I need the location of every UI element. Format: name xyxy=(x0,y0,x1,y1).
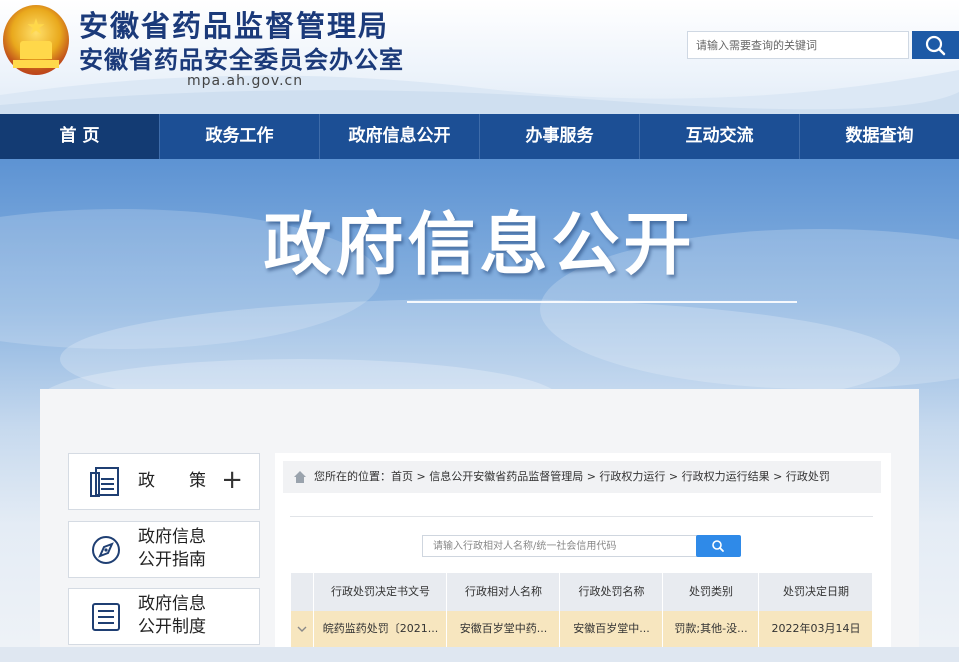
sidebar-item-label-line2: 公开制度 xyxy=(138,617,206,637)
sidebar-item-disclosure-system[interactable]: 政府信息 公开制度 xyxy=(68,588,260,645)
national-emblem-logo: ★ xyxy=(3,5,69,75)
chevron-down-icon xyxy=(297,626,307,632)
nav-item-data-query[interactable]: 数据查询 xyxy=(800,114,959,159)
sidebar-item-label-line2: 公开指南 xyxy=(138,550,206,570)
site-header: ★ 安徽省药品监督管理局 安徽省药品安全委员会办公室 mpa.ah.gov.cn xyxy=(0,0,959,114)
main-nav: 首 页 政务工作 政府信息公开 办事服务 互动交流 数据查询 xyxy=(0,114,959,159)
search-icon xyxy=(925,35,946,56)
column-header-date: 处罚决定日期 xyxy=(758,573,873,611)
sidebar-item-disclosure-guide[interactable]: 政府信息 公开指南 xyxy=(68,521,260,578)
site-title-primary: 安徽省药品监督管理局 xyxy=(79,9,390,43)
banner-underline xyxy=(407,301,797,303)
breadcrumb-text[interactable]: 您所在的位置：首页 > 信息公开安徽省药品监督管理局 > 行政权力运行 > 行政… xyxy=(314,461,830,493)
cell-date: 2022年03月14日 xyxy=(758,611,873,647)
row-expand-toggle[interactable] xyxy=(291,611,313,662)
document-icon xyxy=(90,467,119,497)
home-icon[interactable] xyxy=(293,470,307,484)
column-header-party: 行政相对人名称 xyxy=(446,573,560,611)
nav-item-home[interactable]: 首 页 xyxy=(0,114,160,159)
cell-party: 安徽百岁堂中药... xyxy=(446,611,560,647)
column-header-penalty-name: 行政处罚名称 xyxy=(559,573,663,611)
nav-item-information-disclosure[interactable]: 政府信息公开 xyxy=(320,114,480,159)
content-panel: 政 策 + 政府信息 公开指南 政府信息 公开制度 您所在的位置：首页 > 信息… xyxy=(40,389,919,647)
site-search-button[interactable] xyxy=(912,31,959,59)
sidebar-item-label-line1: 政府信息 xyxy=(138,594,206,614)
table-header: 行政处罚决定书文号 行政相对人名称 行政处罚名称 处罚类别 处罚决定日期 xyxy=(291,573,872,611)
sidebar-item-label: 政 策 xyxy=(138,471,206,491)
banner-title: 政府信息公开 xyxy=(263,206,696,285)
compass-icon xyxy=(92,536,120,564)
column-header-doc-no: 行政处罚决定书文号 xyxy=(313,573,447,611)
cell-category: 罚款;其他-没... xyxy=(662,611,759,647)
main-content: 您所在的位置：首页 > 信息公开安徽省药品监督管理局 > 行政权力运行 > 行政… xyxy=(275,453,891,647)
column-header-category: 处罚类别 xyxy=(662,573,759,611)
search-icon xyxy=(712,540,724,552)
expand-plus-icon[interactable]: + xyxy=(221,465,243,495)
site-title-secondary: 安徽省药品安全委员会办公室 xyxy=(79,46,404,74)
site-search-input[interactable] xyxy=(687,31,909,59)
nav-item-interaction[interactable]: 互动交流 xyxy=(640,114,800,159)
site-domain: mpa.ah.gov.cn xyxy=(187,73,304,89)
breadcrumb: 您所在的位置：首页 > 信息公开安徽省药品监督管理局 > 行政权力运行 > 行政… xyxy=(283,461,881,493)
table-row[interactable]: 皖药监药处罚〔2021... 安徽百岁堂中药... 安徽百岁堂中... 罚款;其… xyxy=(291,611,872,647)
cell-doc-no: 皖药监药处罚〔2021... xyxy=(313,611,447,647)
nav-item-government-affairs[interactable]: 政务工作 xyxy=(160,114,320,159)
sidebar-item-label-line1: 政府信息 xyxy=(138,527,206,547)
nav-item-services[interactable]: 办事服务 xyxy=(480,114,640,159)
list-icon xyxy=(92,603,120,631)
cell-penalty-name: 安徽百岁堂中... xyxy=(559,611,663,647)
sidebar-item-policy[interactable]: 政 策 + xyxy=(68,453,260,510)
party-search-input[interactable] xyxy=(422,535,704,557)
divider xyxy=(290,516,873,517)
site-search xyxy=(687,31,959,59)
party-search-button[interactable] xyxy=(696,535,741,557)
